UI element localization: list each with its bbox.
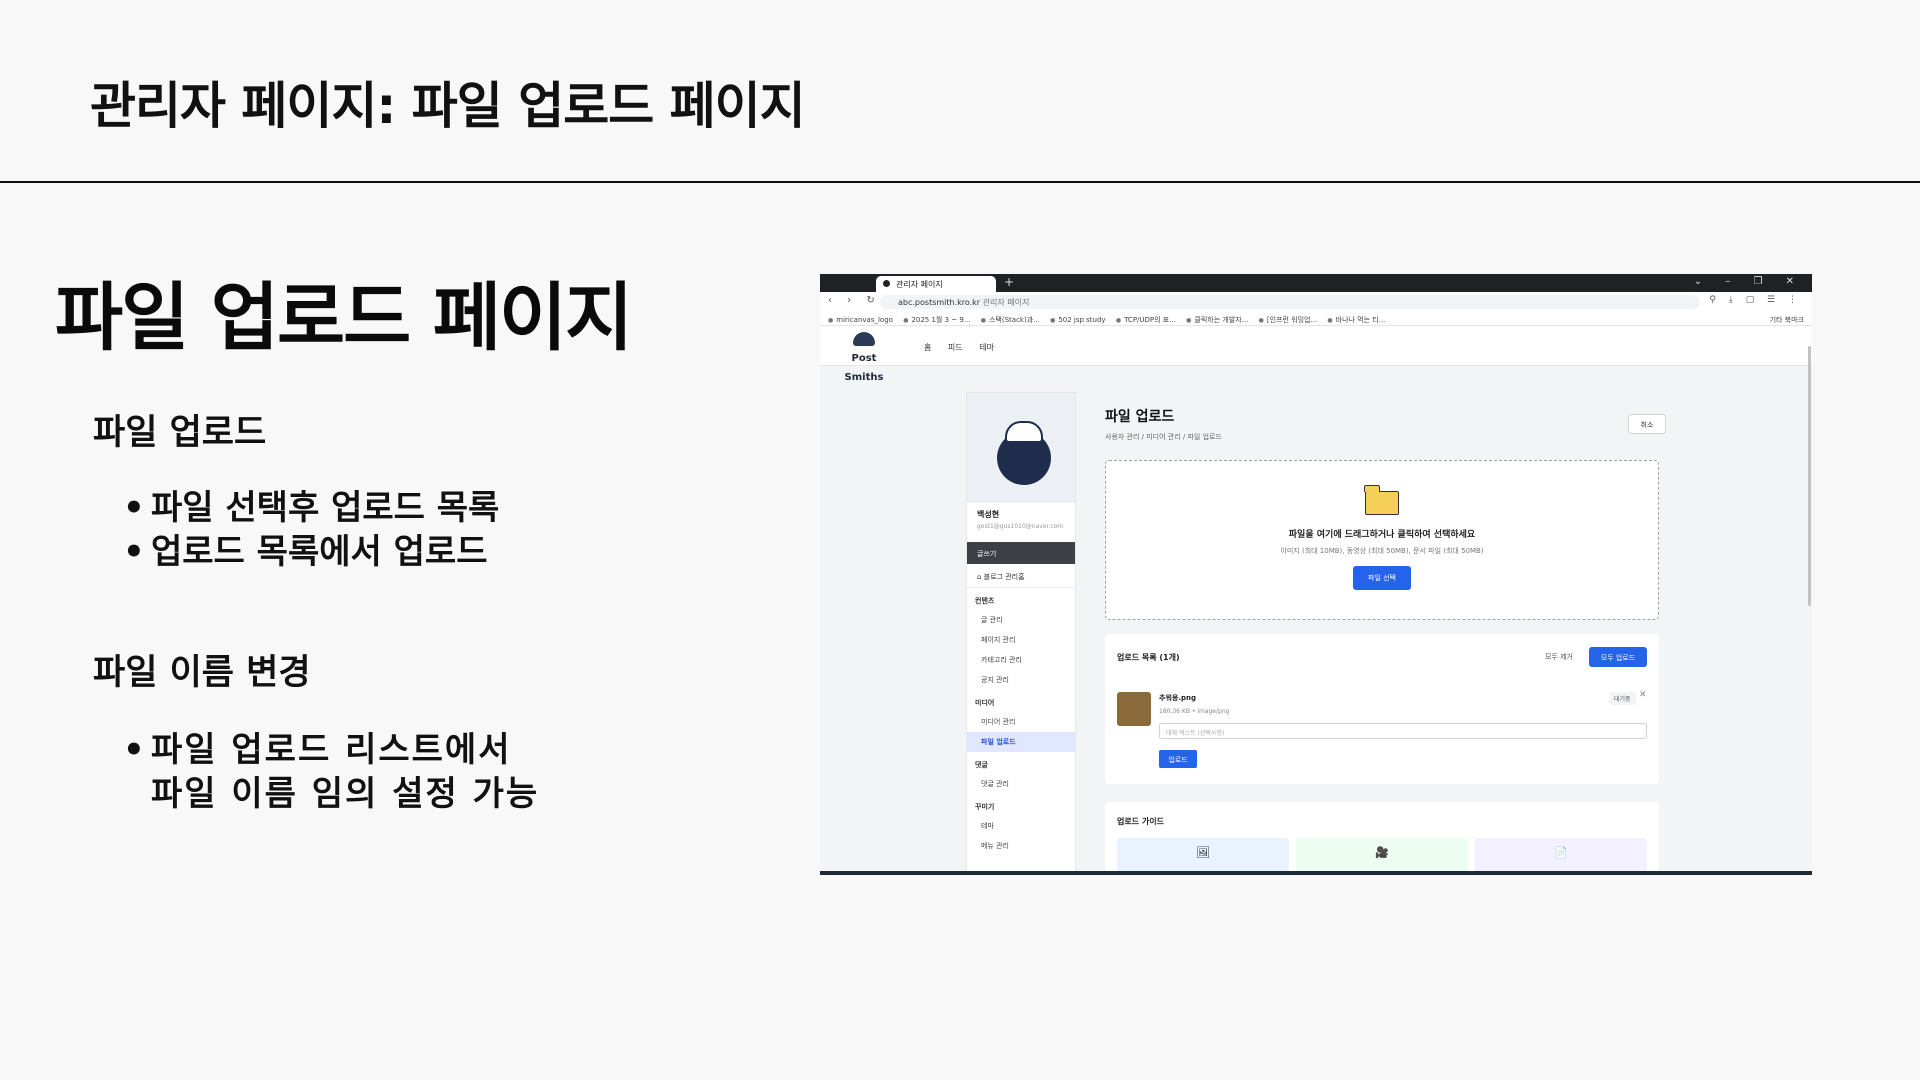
toolbar-icons[interactable]: ⚲ ⤓ ▢ ☰ ⋮	[1709, 295, 1802, 305]
sidebar-item-blog-home[interactable]: ⌂ 블로그 관리홈	[967, 564, 1075, 588]
nav-arrows-icon[interactable]: ‹ › ↻	[828, 295, 881, 306]
section-title-rename: 파일 이름 변경	[93, 653, 311, 693]
guide-title: 업로드 가이드	[1117, 817, 1164, 826]
sidebar-item-notices[interactable]: 공지 관리	[967, 670, 1075, 690]
sidebar-item-comments[interactable]: 댓글 관리	[967, 774, 1075, 794]
nav-home[interactable]: 홈	[924, 343, 931, 352]
bookmark-item[interactable]: 502 jsp study	[1050, 316, 1105, 324]
folder-icon	[1364, 485, 1399, 515]
select-file-button[interactable]: 파일 선택	[1353, 566, 1411, 590]
dropzone-limits: 이미지 (최대 10MB), 동영상 (최대 50MB), 문서 파일 (최대 …	[1280, 547, 1484, 555]
bookmark-item[interactable]: 스택(Stack)과...	[981, 315, 1040, 325]
bookmark-folder[interactable]: 기타 북마크	[1770, 315, 1804, 325]
sidebar-item-menus[interactable]: 메뉴 관리	[967, 836, 1075, 856]
bookmark-item[interactable]: [인프런 워밍업...	[1259, 315, 1317, 325]
sidebar-group-content: 컨텐츠	[975, 597, 995, 605]
file-dropzone[interactable]: 파일을 여기에 드래그하거나 클릭하여 선택하세요 이미지 (최대 10MB),…	[1105, 460, 1659, 620]
bookmark-item[interactable]: TCP/UDP의 표...	[1116, 315, 1176, 325]
upload-guide-card: 업로드 가이드 🖼 🎥 📄	[1105, 802, 1659, 875]
alt-text-input[interactable]: 대체 텍스트 (선택사항)	[1159, 723, 1647, 739]
dropzone-title: 파일을 여기에 드래그하거나 클릭하여 선택하세요	[1288, 530, 1476, 540]
url-field[interactable]: abc.postsmith.kro.kr 관리자 페이지	[880, 295, 1700, 309]
title-divider	[0, 181, 1920, 183]
image-icon: 🖼	[1117, 838, 1289, 875]
clear-all-button[interactable]: 모두 제거	[1545, 652, 1573, 662]
breadcrumb: 사용자 관리 / 미디어 관리 / 파일 업로드	[1105, 433, 1222, 441]
bookmark-item[interactable]: 바나나 먹는 티...	[1327, 315, 1386, 325]
browser-tab[interactable]: 관리자 페이지	[876, 276, 996, 292]
site-header: Post Smiths 홈 피드 테마	[820, 326, 1812, 383]
page-title: 파일 업로드	[1105, 409, 1175, 425]
document-icon: 📄	[1475, 838, 1647, 875]
bookmarks-bar: miricanvas_logo 2025 1월 3 ~ 9... 스택(Stac…	[820, 312, 1812, 326]
sidebar-item-label: 블로그 관리홈	[983, 573, 1025, 581]
write-button[interactable]: 글쓰기	[967, 542, 1075, 564]
upload-all-button[interactable]: 모두 업로드	[1589, 647, 1647, 667]
close-icon[interactable]: ✕	[1639, 690, 1647, 700]
sidebar-item-categories[interactable]: 카테고리 관리	[967, 650, 1075, 670]
mascot-icon	[997, 421, 1051, 485]
video-icon: 🎥	[1296, 838, 1468, 875]
user-name: 백성현	[977, 510, 1000, 519]
sidebar-item-media[interactable]: 미디어 관리	[967, 712, 1075, 732]
sidebar-group-decorate: 꾸미기	[975, 803, 995, 811]
file-name: 추워용.png	[1159, 694, 1196, 702]
slide-title: 관리자 페이지: 파일 업로드 페이지	[90, 77, 806, 135]
bullet-list-upload: 파일 선택후 업로드 목록 업로드 목록에서 업로드	[123, 486, 499, 574]
bullet-item: 파일 선택후 업로드 목록	[123, 486, 499, 530]
scrollbar[interactable]	[1808, 346, 1811, 606]
address-bar: ‹ › ↻ abc.postsmith.kro.kr 관리자 페이지 ⚲ ⤓ ▢…	[820, 292, 1812, 312]
bookmark-item[interactable]: miricanvas_logo	[828, 316, 893, 324]
upload-button[interactable]: 업로드	[1159, 750, 1197, 768]
browser-tab-bar: 관리자 페이지 + ⌄ – ❐ ✕	[820, 274, 1812, 292]
new-tab-icon[interactable]: +	[1004, 275, 1014, 289]
bullet-item: 파일 업로드 리스트에서 파일 이름 임의 설정 가능	[123, 728, 543, 816]
site-logo[interactable]: Post Smiths	[834, 332, 894, 384]
url-domain: abc.postsmith.kro.kr	[898, 298, 981, 307]
logo-text: Post Smiths	[844, 353, 884, 383]
sidebar-group-media: 미디어	[975, 699, 995, 707]
upload-list-title: 업로드 목록 (1개)	[1117, 653, 1180, 662]
url-page: 관리자 페이지	[982, 298, 1030, 307]
favicon-icon	[883, 280, 890, 287]
main-heading: 파일 업로드 페이지	[55, 275, 633, 361]
window-controls[interactable]: ⌄ – ❐ ✕	[1694, 276, 1804, 287]
cancel-button[interactable]: 취소	[1628, 414, 1666, 434]
sidebar-item-pages[interactable]: 페이지 관리	[967, 630, 1075, 650]
sidebar-item-theme[interactable]: 테마	[967, 816, 1075, 836]
upload-list-card: 업로드 목록 (1개) 모두 제거 모두 업로드 추워용.png 180.36 …	[1105, 634, 1659, 784]
bullet-list-rename: 파일 업로드 리스트에서 파일 이름 임의 설정 가능	[123, 728, 543, 816]
sidebar-group-comments: 댓글	[975, 761, 988, 769]
site-nav: 홈 피드 테마	[924, 342, 1008, 353]
bookmark-item[interactable]: 2025 1월 3 ~ 9...	[903, 315, 970, 325]
status-badge: 대기중	[1609, 692, 1636, 705]
user-email: gost1@gus1010@naver.com	[977, 523, 1064, 530]
file-thumbnail	[1117, 692, 1151, 726]
sidebar-item-file-upload[interactable]: 파일 업로드	[967, 732, 1075, 752]
nav-feed[interactable]: 피드	[948, 343, 963, 352]
mascot-hat-icon	[853, 332, 875, 346]
file-meta: 180.36 KB • image/png	[1159, 708, 1230, 715]
avatar	[967, 393, 1075, 503]
bullet-item: 업로드 목록에서 업로드	[123, 530, 499, 574]
section-title-upload: 파일 업로드	[93, 413, 267, 453]
admin-screenshot: 관리자 페이지 + ⌄ – ❐ ✕ ‹ › ↻ abc.postsmith.kr…	[820, 274, 1812, 875]
tab-title: 관리자 페이지	[896, 280, 943, 289]
bookmark-item[interactable]: 클릭하는 개발자...	[1186, 315, 1248, 325]
sidebar-item-posts[interactable]: 글 관리	[967, 610, 1075, 630]
nav-theme[interactable]: 테마	[979, 343, 994, 352]
taskbar	[820, 871, 1812, 875]
admin-sidebar: 백성현 gost1@gus1010@naver.com 글쓰기 ⌂ 블로그 관리…	[966, 392, 1076, 875]
